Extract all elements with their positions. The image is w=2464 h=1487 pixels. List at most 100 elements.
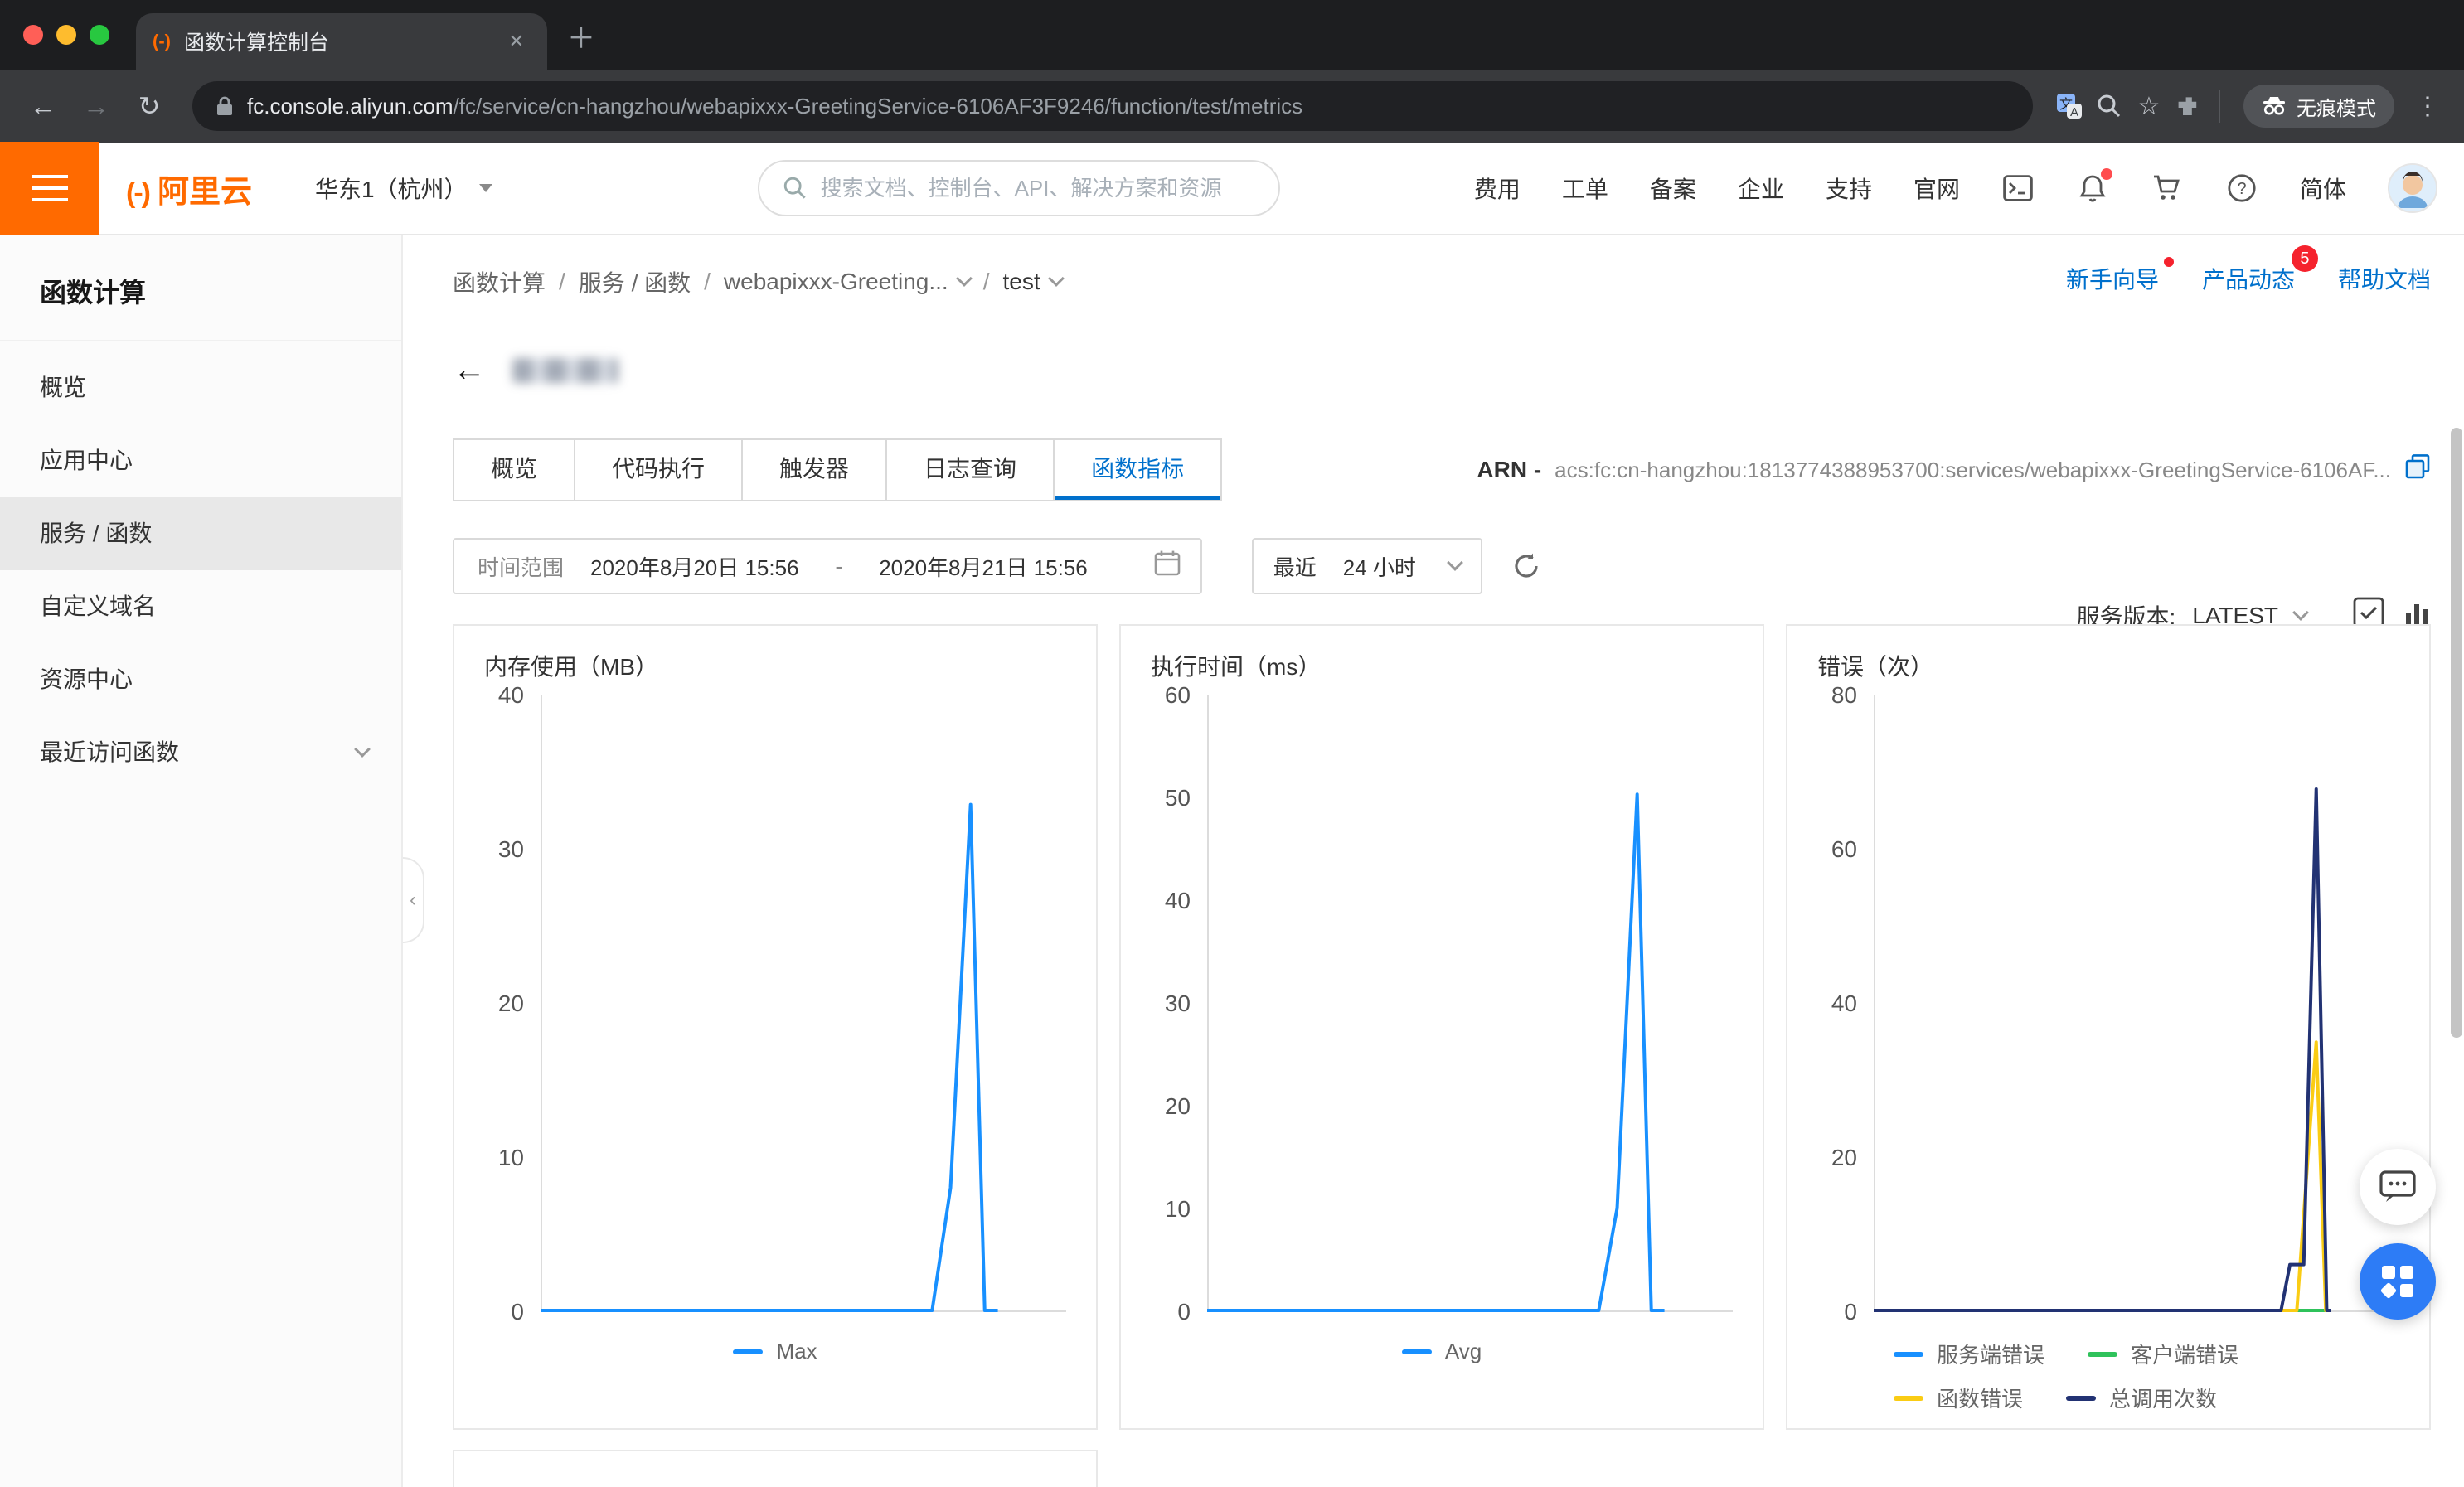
browser-window: (-) 函数计算控制台 ✕ ＋ ← → ↻ fc.console.aliyun.… xyxy=(0,0,2464,1487)
sidebar-item-overview[interactable]: 概览 xyxy=(0,351,401,424)
browser-tab[interactable]: (-) 函数计算控制台 ✕ xyxy=(136,13,547,70)
guide-link[interactable]: 新手向导 xyxy=(2066,262,2159,295)
legend-dash-icon xyxy=(2066,1396,2096,1401)
page-scrollbar-thumb[interactable] xyxy=(2451,428,2462,1038)
sidebar-item-label: 应用中心 xyxy=(40,424,133,497)
aliyun-logo[interactable]: (-) 阿里云 xyxy=(126,166,252,211)
notifications-bell-icon[interactable] xyxy=(2076,172,2109,205)
zoom-icon[interactable] xyxy=(2093,90,2126,123)
refresh-icon[interactable] xyxy=(1512,552,1540,580)
legend-label: Max xyxy=(776,1339,817,1364)
bookmark-star-icon[interactable]: ☆ xyxy=(2132,90,2166,123)
breadcrumb-item[interactable]: 函数计算 xyxy=(453,265,546,298)
nav-support[interactable]: 支持 xyxy=(1826,172,1872,205)
legend-item[interactable]: 客户端错误 xyxy=(2088,1339,2238,1369)
url-text[interactable]: fc.console.aliyun.com/fc/service/cn-hang… xyxy=(247,94,1302,119)
cart-icon[interactable] xyxy=(2151,172,2184,205)
calendar-icon[interactable] xyxy=(1154,550,1181,583)
nav-billing[interactable]: 费用 xyxy=(1474,172,1521,205)
y-tick-label: 80 xyxy=(1831,682,1857,709)
new-tab-button[interactable]: ＋ xyxy=(547,9,615,70)
avatar[interactable] xyxy=(2388,163,2437,213)
sidebar-item-custom-domain[interactable]: 自定义域名 xyxy=(0,570,401,643)
breadcrumb-separator: / xyxy=(559,269,565,295)
sidebar-item-resource-center[interactable]: 资源中心 xyxy=(0,643,401,716)
time-range-picker[interactable]: 时间范围 2020年8月20日 15:56 - 2020年8月21日 15:56 xyxy=(453,538,1202,594)
nav-icp[interactable]: 备案 xyxy=(1650,172,1696,205)
language-toggle[interactable]: 简体 xyxy=(2300,172,2346,205)
copy-arn-icon[interactable] xyxy=(2404,453,2431,487)
sidebar-collapse-handle[interactable]: ‹ xyxy=(403,857,424,943)
nav-tickets[interactable]: 工单 xyxy=(1562,172,1608,205)
chevron-down-icon[interactable] xyxy=(2292,604,2309,621)
main-content: 函数计算 / 服务 / 函数 / webapixxx-Greeting... /… xyxy=(403,235,2464,1487)
sidebar-item-services-functions[interactable]: 服务 / 函数 xyxy=(0,497,401,570)
nav-official-site[interactable]: 官网 xyxy=(1913,172,1960,205)
legend-item[interactable]: 函数错误 xyxy=(1894,1383,2023,1413)
forward-button[interactable]: → xyxy=(73,83,119,129)
quick-range-value: 24 小时 xyxy=(1343,551,1416,582)
translate-icon[interactable]: 文A xyxy=(2053,90,2086,123)
menu-icon[interactable]: ⋮ xyxy=(2411,90,2444,123)
y-tick-label: 40 xyxy=(498,682,524,709)
tab-triggers[interactable]: 触发器 xyxy=(743,440,887,500)
browser-tabstrip: (-) 函数计算控制台 ✕ ＋ xyxy=(0,0,2464,70)
legend-dash-icon xyxy=(1894,1352,1923,1357)
time-range-label: 时间范围 xyxy=(454,551,590,582)
window-controls xyxy=(23,25,109,45)
breadcrumb-label: webapixxx-Greeting... xyxy=(724,269,948,295)
time-start[interactable]: 2020年8月20日 15:56 xyxy=(590,551,799,582)
region-selector[interactable]: 华东1（杭州） xyxy=(315,172,492,205)
feedback-chat-button[interactable] xyxy=(2360,1149,2436,1225)
plot xyxy=(1207,695,1733,1312)
back-arrow-icon[interactable]: ← xyxy=(453,351,486,389)
header-right: 费用 工单 备案 企业 支持 官网 ? 简体 xyxy=(1474,163,2437,213)
widgets-button[interactable] xyxy=(2360,1243,2436,1320)
sidebar-item-app-center[interactable]: 应用中心 xyxy=(0,424,401,497)
sidebar-item-recent-functions[interactable]: 最近访问函数 xyxy=(0,716,401,789)
line-chart-svg xyxy=(541,695,1066,1312)
legend-label: 函数错误 xyxy=(1937,1383,2023,1413)
back-button[interactable]: ← xyxy=(20,83,66,129)
nav-enterprise[interactable]: 企业 xyxy=(1738,172,1784,205)
tab-log-query[interactable]: 日志查询 xyxy=(887,440,1055,500)
breadcrumb-item[interactable]: 服务 / 函数 xyxy=(579,265,691,298)
close-window-button[interactable] xyxy=(23,25,43,45)
product-news-link[interactable]: 产品动态5 xyxy=(2202,262,2295,295)
extension-icon[interactable] xyxy=(2172,90,2205,123)
lock-icon xyxy=(216,95,234,117)
breadcrumb-label: 函数计算 xyxy=(453,265,546,298)
page-tabs: 概览 代码执行 触发器 日志查询 函数指标 xyxy=(453,438,1222,501)
legend-item[interactable]: 服务端错误 xyxy=(1894,1339,2044,1369)
cloudshell-icon[interactable] xyxy=(2001,172,2035,205)
breadcrumb-item-function[interactable]: test xyxy=(1003,269,1062,295)
new-dot-badge xyxy=(2164,257,2174,267)
time-end[interactable]: 2020年8月21日 15:56 xyxy=(879,551,1088,582)
quick-range-select[interactable]: 最近 24 小时 xyxy=(1252,538,1482,594)
tab-overview[interactable]: 概览 xyxy=(454,440,575,500)
zoom-window-button[interactable] xyxy=(90,25,109,45)
y-tick-label: 10 xyxy=(1165,1196,1191,1223)
legend-item[interactable]: 总调用次数 xyxy=(2066,1383,2217,1413)
breadcrumb-item-service[interactable]: webapixxx-Greeting... xyxy=(724,269,970,295)
browser-toolbar: ← → ↻ fc.console.aliyun.com/fc/service/c… xyxy=(0,70,2464,143)
region-label: 华东1（杭州） xyxy=(315,172,468,205)
hamburger-menu-button[interactable] xyxy=(0,142,99,235)
legend-item[interactable]: Avg xyxy=(1402,1339,1482,1364)
legend-item[interactable]: Max xyxy=(733,1339,817,1364)
close-tab-icon[interactable]: ✕ xyxy=(502,27,531,56)
quick-links: 新手向导 产品动态5 帮助文档 xyxy=(2066,262,2431,295)
reload-button[interactable]: ↻ xyxy=(126,83,172,129)
search-input[interactable] xyxy=(821,176,1255,201)
help-icon[interactable]: ? xyxy=(2225,172,2258,205)
arn-value: acs:fc:cn-hangzhou:1813774388953700:serv… xyxy=(1555,458,2391,483)
grid-icon xyxy=(2382,1266,2413,1297)
help-doc-link[interactable]: 帮助文档 xyxy=(2338,262,2431,295)
tab-function-metrics[interactable]: 函数指标 xyxy=(1055,440,1220,500)
tab-code-exec[interactable]: 代码执行 xyxy=(575,440,743,500)
legend-label: 总调用次数 xyxy=(2109,1383,2217,1413)
url-bar[interactable]: fc.console.aliyun.com/fc/service/cn-hang… xyxy=(192,81,2033,131)
minimize-window-button[interactable] xyxy=(56,25,76,45)
sidebar-list: 概览 应用中心 服务 / 函数 自定义域名 资源中心 最近访问函数 xyxy=(0,351,401,789)
console-search[interactable] xyxy=(758,160,1280,216)
